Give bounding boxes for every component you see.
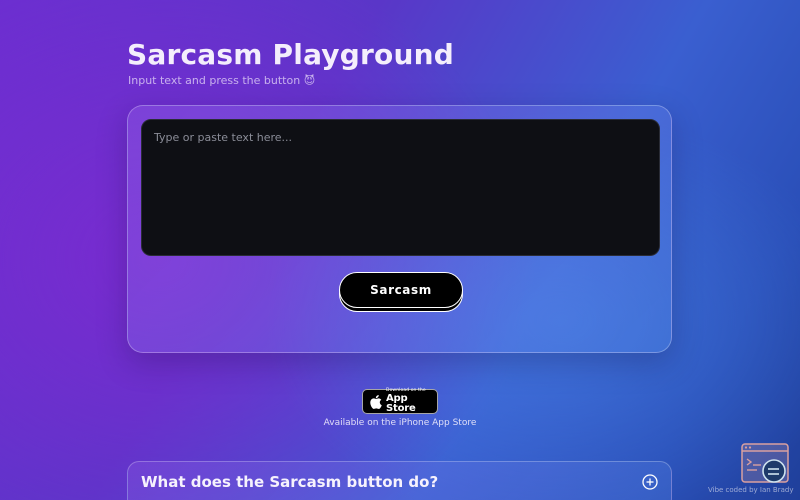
faq-question: What does the Sarcasm button do?	[141, 473, 439, 491]
page-title: Sarcasm Playground	[127, 38, 454, 71]
badge-big-text: App Store	[386, 393, 416, 415]
apple-icon	[370, 394, 382, 409]
page-subtitle: Input text and press the button 😈	[128, 74, 316, 87]
app-store-badge[interactable]: Download on the App Store	[362, 388, 438, 415]
text-input[interactable]	[141, 119, 660, 256]
app-store-caption: Available on the iPhone App Store	[323, 418, 477, 428]
sarcasm-button-wrapper: Sarcasm	[339, 272, 463, 312]
faq-item[interactable]: What does the Sarcasm button do?	[127, 461, 672, 500]
input-card: Sarcasm	[127, 105, 672, 353]
plus-icon[interactable]	[642, 474, 658, 490]
credit-text[interactable]: Vibe coded by Ian Brady	[708, 486, 794, 494]
terminal-window-icon[interactable]	[741, 443, 789, 485]
sarcasm-button[interactable]: Sarcasm	[339, 272, 463, 308]
